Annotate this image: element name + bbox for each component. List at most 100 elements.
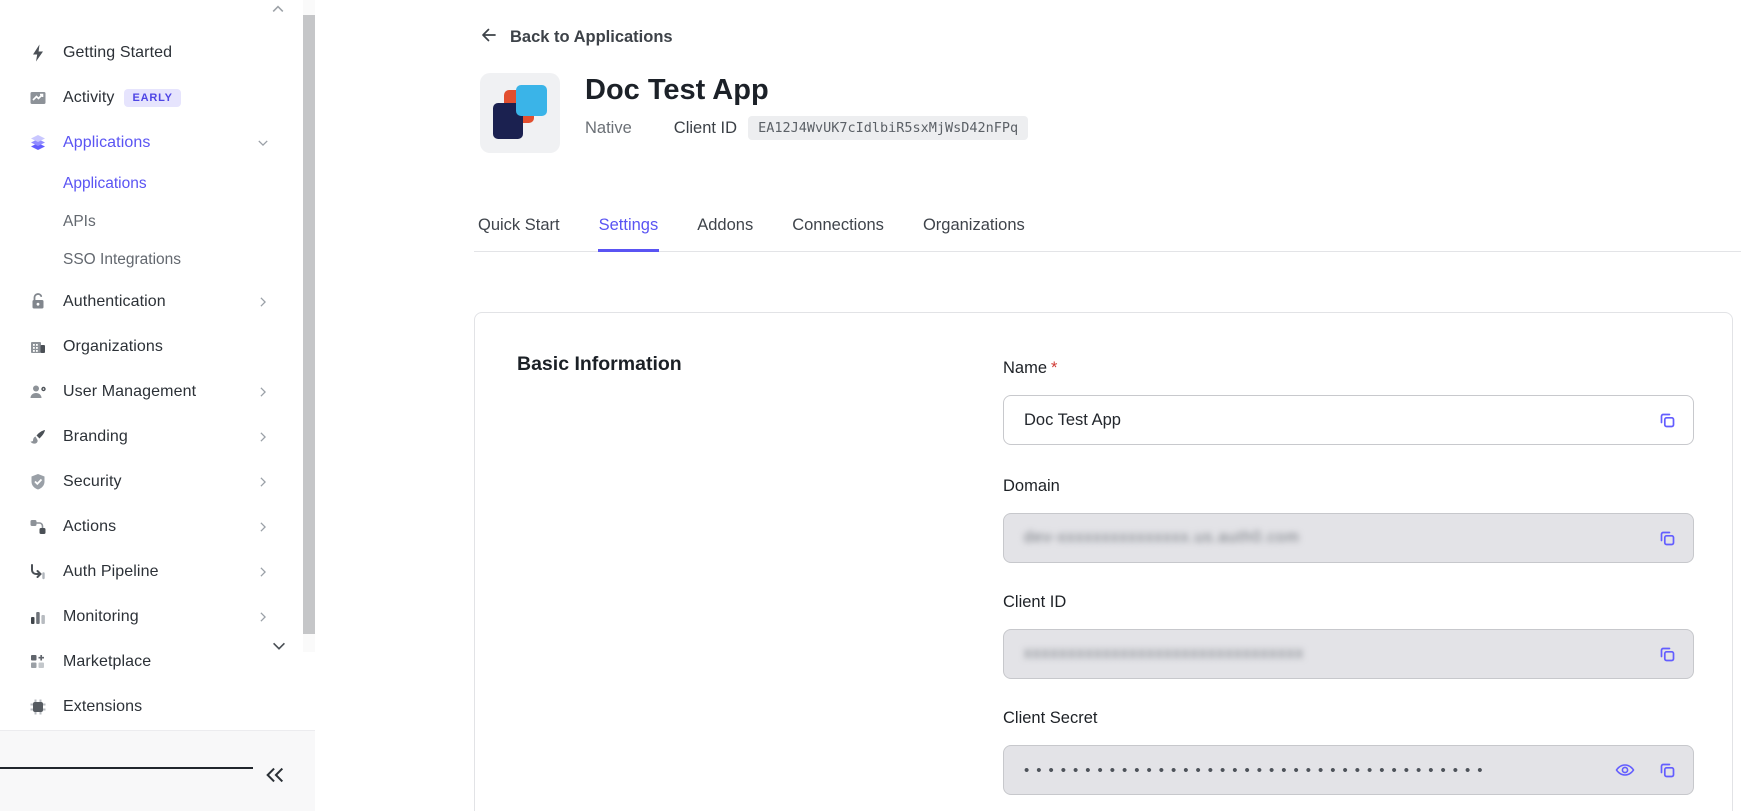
sidebar-item-label: Extensions <box>63 698 142 716</box>
copy-icon <box>1656 409 1678 434</box>
activity-icon <box>28 88 48 108</box>
lock-icon <box>28 292 48 312</box>
name-field <box>1003 395 1694 445</box>
copy-domain-button[interactable] <box>1655 527 1679 551</box>
domain-label: Domain <box>1003 477 1060 496</box>
collapse-sidebar-icon <box>264 765 286 788</box>
sidebar-subitem-sso-integrations[interactable]: SSO Integrations <box>0 241 315 279</box>
main-content: Back to Applications Doc Test App Native… <box>315 0 1763 811</box>
tab-quick-start[interactable]: Quick Start <box>477 206 561 252</box>
chip-icon <box>28 697 48 717</box>
sidebar-item-label: Organizations <box>63 338 163 356</box>
client-id-label: Client ID <box>674 119 737 138</box>
sidebar-item-branding[interactable]: Branding <box>0 414 315 459</box>
eye-icon <box>1614 759 1636 784</box>
early-badge: EARLY <box>124 89 180 107</box>
sidebar-scrollbar-thumb[interactable] <box>303 15 315 634</box>
sidebar-subitem-label: SSO Integrations <box>63 251 181 269</box>
required-asterisk: * <box>1051 359 1057 377</box>
sidebar-item-organizations[interactable]: Organizations <box>0 324 315 369</box>
sidebar-item-label: Authentication <box>63 293 166 311</box>
tab-connections[interactable]: Connections <box>791 206 885 252</box>
sidebar-scrollbar-track[interactable] <box>303 0 315 652</box>
shield-check-icon <box>28 472 48 492</box>
sidebar-item-marketplace[interactable]: Marketplace <box>0 639 315 684</box>
client-id-chip: EA12J4WvUK7cIdlbiR5sxMjWsD42nFPq <box>748 116 1028 140</box>
app-meta-row: Native Client ID EA12J4WvUK7cIdlbiR5sxMj… <box>585 114 1028 142</box>
chevron-right-icon <box>256 430 270 444</box>
sidebar-subitem-applications[interactable]: Applications <box>0 165 315 203</box>
client-secret-field: •••••••••••••••••••••••••••••••••••••• <box>1003 745 1694 795</box>
app-logo <box>480 73 560 153</box>
basic-information-card: Basic Information Name* Domain <box>474 312 1733 811</box>
pipeline-icon <box>28 562 48 582</box>
chevron-right-icon <box>256 295 270 309</box>
sidebar-item-authentication[interactable]: Authentication <box>0 279 315 324</box>
flow-icon <box>28 517 48 537</box>
scroll-down-indicator-icon[interactable] <box>270 639 288 658</box>
tab-organizations[interactable]: Organizations <box>922 206 1026 252</box>
sidebar-item-label: Applications <box>63 134 150 152</box>
domain-field: dev-xxxxxxxxxxxxxxx.us.auth0.com <box>1003 513 1694 563</box>
sidebar-footer <box>0 730 315 811</box>
client-secret-label: Client Secret <box>1003 709 1097 728</box>
sidebar-item-label: Branding <box>63 428 128 446</box>
sidebar-item-label: Activity <box>63 89 114 107</box>
sidebar-item-label: Getting Started <box>63 44 172 62</box>
client-id-field-label: Client ID <box>1003 593 1066 612</box>
back-link-label: Back to Applications <box>510 28 673 47</box>
sidebar-item-label: Security <box>63 473 122 491</box>
page-title: Doc Test App <box>585 74 769 107</box>
scroll-up-indicator-icon[interactable] <box>270 2 286 20</box>
applications-icon <box>28 133 48 153</box>
chevron-right-icon <box>256 610 270 624</box>
back-arrow-icon <box>478 25 499 50</box>
sidebar-subitem-apis[interactable]: APIs <box>0 203 315 241</box>
reveal-client-secret-button[interactable] <box>1613 759 1637 783</box>
client-secret-value-masked: •••••••••••••••••••••••••••••••••••••• <box>1024 747 1490 795</box>
sidebar-item-label: User Management <box>63 383 196 401</box>
sidebar-item-monitoring[interactable]: Monitoring <box>0 594 315 639</box>
sidebar-item-applications[interactable]: Applications <box>0 120 315 165</box>
sidebar: Getting Started Activity EARLY Applicati… <box>0 0 315 811</box>
section-title: Basic Information <box>517 353 682 376</box>
client-id-field: xxxxxxxxxxxxxxxxxxxxxxxxxxxxxxxx <box>1003 629 1694 679</box>
tab-settings[interactable]: Settings <box>598 206 660 252</box>
auth0-dashboard: Getting Started Activity EARLY Applicati… <box>0 0 1763 811</box>
copy-client-id-button[interactable] <box>1655 643 1679 667</box>
sidebar-item-label: Monitoring <box>63 608 139 626</box>
bar-chart-icon <box>28 607 48 627</box>
grid-plus-icon <box>28 652 48 672</box>
sidebar-item-activity[interactable]: Activity EARLY <box>0 75 315 120</box>
sidebar-item-security[interactable]: Security <box>0 459 315 504</box>
chevron-right-icon <box>256 475 270 489</box>
copy-name-button[interactable] <box>1655 409 1679 433</box>
sidebar-item-label: Actions <box>63 518 116 536</box>
collapse-sidebar-button[interactable] <box>258 761 292 791</box>
footer-divider-line <box>0 767 253 769</box>
chevron-right-icon <box>256 385 270 399</box>
tab-addons[interactable]: Addons <box>696 206 754 252</box>
sidebar-item-actions[interactable]: Actions <box>0 504 315 549</box>
sidebar-item-extensions[interactable]: Extensions <box>0 684 315 729</box>
sidebar-item-getting-started[interactable]: Getting Started <box>0 30 315 75</box>
copy-icon <box>1656 527 1678 552</box>
domain-value-redacted: dev-xxxxxxxxxxxxxxx.us.auth0.com <box>1024 514 1300 562</box>
client-id-value-redacted: xxxxxxxxxxxxxxxxxxxxxxxxxxxxxxxx <box>1024 630 1304 678</box>
lightning-icon <box>28 43 48 63</box>
chevron-down-icon <box>256 136 270 150</box>
copy-client-secret-button[interactable] <box>1655 759 1679 783</box>
sidebar-subitem-label: APIs <box>63 213 96 231</box>
chevron-right-icon <box>256 520 270 534</box>
logo-blue-square <box>516 85 547 116</box>
chevron-right-icon <box>256 565 270 579</box>
sidebar-item-auth-pipeline[interactable]: Auth Pipeline <box>0 549 315 594</box>
user-gear-icon <box>28 382 48 402</box>
building-icon <box>28 337 48 357</box>
paintbrush-icon <box>28 427 48 447</box>
sidebar-item-user-management[interactable]: User Management <box>0 369 315 414</box>
app-type-label: Native <box>585 119 632 138</box>
back-to-applications-link[interactable]: Back to Applications <box>478 25 673 50</box>
sidebar-subitem-label: Applications <box>63 175 147 193</box>
name-input[interactable] <box>1004 396 1693 444</box>
